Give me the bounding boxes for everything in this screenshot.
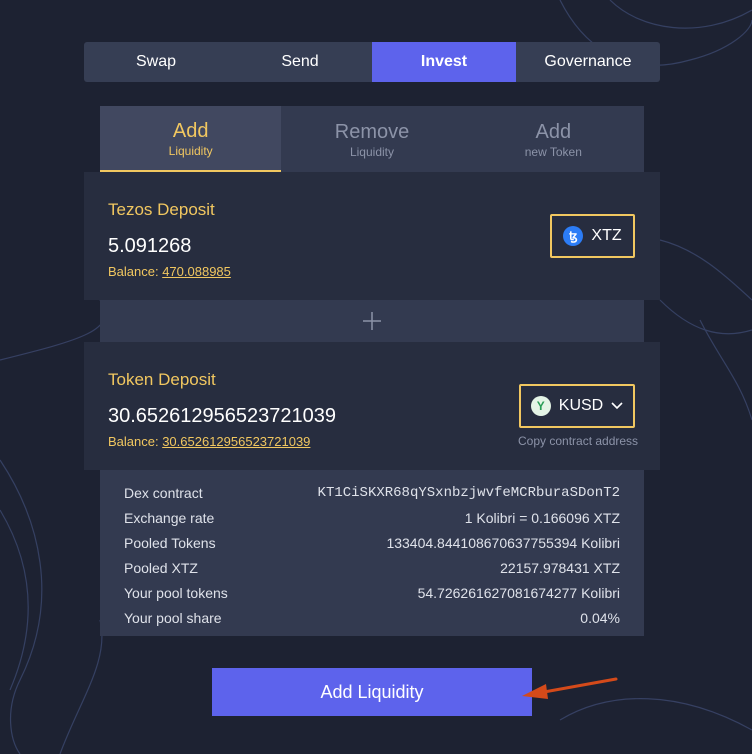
info-row-pool-tokens: Your pool tokens 54.726261627081674277 K… bbox=[124, 580, 620, 605]
info-label: Pooled Tokens bbox=[124, 534, 216, 551]
info-value: 0.04% bbox=[580, 609, 620, 626]
tab-swap[interactable]: Swap bbox=[84, 42, 228, 82]
token-deposit-title: Token Deposit bbox=[108, 370, 216, 389]
info-value: 22157.978431 XTZ bbox=[500, 559, 620, 576]
tezos-balance-value[interactable]: 470.088985 bbox=[162, 264, 231, 279]
tezos-amount-input[interactable]: 5.091268 bbox=[108, 235, 191, 258]
tezos-icon: ꜩ bbox=[563, 226, 584, 246]
tezos-deposit-title: Tezos Deposit bbox=[108, 200, 215, 219]
subtab-add-new-token[interactable]: Add new Token bbox=[463, 106, 644, 172]
info-label: Your pool tokens bbox=[124, 584, 228, 601]
invest-subtabs: Add Liquidity Remove Liquidity Add new T… bbox=[100, 106, 644, 172]
info-row-pooled-xtz: Pooled XTZ 22157.978431 XTZ bbox=[124, 555, 620, 580]
plus-icon bbox=[363, 312, 381, 330]
tab-send[interactable]: Send bbox=[228, 42, 372, 82]
info-label: Pooled XTZ bbox=[124, 559, 198, 576]
add-liquidity-button[interactable]: Add Liquidity bbox=[212, 668, 532, 716]
annotation-arrow-icon bbox=[522, 677, 618, 699]
dex-contract-value[interactable]: KT1CiSKXR68qYSxnbzjwvfeMCRburaSDonT2 bbox=[318, 485, 620, 501]
pool-info-panel: Dex contract KT1CiSKXR68qYSxnbzjwvfeMCRb… bbox=[100, 470, 644, 636]
tab-governance[interactable]: Governance bbox=[516, 42, 660, 82]
token-deposit-card: Token Deposit 30.652612956523721039 Bala… bbox=[84, 342, 660, 470]
subtab-main-label: Add bbox=[172, 119, 209, 142]
token-balance: Balance: 30.652612956523721039 bbox=[108, 434, 310, 449]
token-label: KUSD bbox=[558, 397, 604, 414]
subtab-main-label: Remove bbox=[334, 120, 410, 143]
xtz-token-button[interactable]: ꜩ XTZ bbox=[550, 214, 635, 258]
chevron-down-icon bbox=[611, 402, 623, 410]
token-balance-value[interactable]: 30.652612956523721039 bbox=[162, 434, 310, 449]
balance-label: Balance: bbox=[108, 264, 163, 279]
subtab-main-label: Add bbox=[535, 120, 572, 143]
info-row-exchange-rate: Exchange rate 1 Kolibri = 0.166096 XTZ bbox=[124, 505, 620, 530]
subtab-sub-label: Liquidity bbox=[349, 144, 394, 159]
balance-label: Balance: bbox=[108, 434, 163, 449]
plus-divider bbox=[100, 300, 644, 342]
subtab-sub-label: Liquidity bbox=[168, 143, 213, 158]
token-label: XTZ bbox=[591, 227, 622, 244]
tezos-balance: Balance: 470.088985 bbox=[108, 264, 231, 279]
info-row-dex-contract: Dex contract KT1CiSKXR68qYSxnbzjwvfeMCRb… bbox=[124, 480, 620, 505]
subtab-remove-liquidity[interactable]: Remove Liquidity bbox=[281, 106, 462, 172]
tezos-deposit-card: Tezos Deposit 5.091268 Balance: 470.0889… bbox=[84, 172, 660, 300]
info-row-pool-share: Your pool share 0.04% bbox=[124, 605, 620, 630]
info-value: 133404.844108670637755394 Kolibri bbox=[386, 534, 620, 551]
subtab-add-liquidity[interactable]: Add Liquidity bbox=[100, 106, 282, 172]
kolibri-icon: Y bbox=[530, 396, 551, 416]
info-label: Dex contract bbox=[124, 484, 203, 501]
tab-invest[interactable]: Invest bbox=[372, 42, 516, 82]
info-label: Your pool share bbox=[124, 609, 222, 626]
copy-contract-address-link[interactable]: Copy contract address bbox=[518, 434, 638, 448]
info-label: Exchange rate bbox=[124, 509, 215, 526]
subtab-sub-label: new Token bbox=[524, 144, 582, 159]
kusd-token-dropdown[interactable]: Y KUSD bbox=[519, 384, 635, 428]
token-amount-input[interactable]: 30.652612956523721039 bbox=[108, 405, 336, 428]
main-nav: Swap Send Invest Governance bbox=[84, 42, 660, 82]
info-value: 54.726261627081674277 Kolibri bbox=[417, 584, 620, 601]
info-value: 1 Kolibri = 0.166096 XTZ bbox=[464, 509, 620, 526]
info-row-pooled-tokens: Pooled Tokens 133404.844108670637755394 … bbox=[124, 530, 620, 555]
